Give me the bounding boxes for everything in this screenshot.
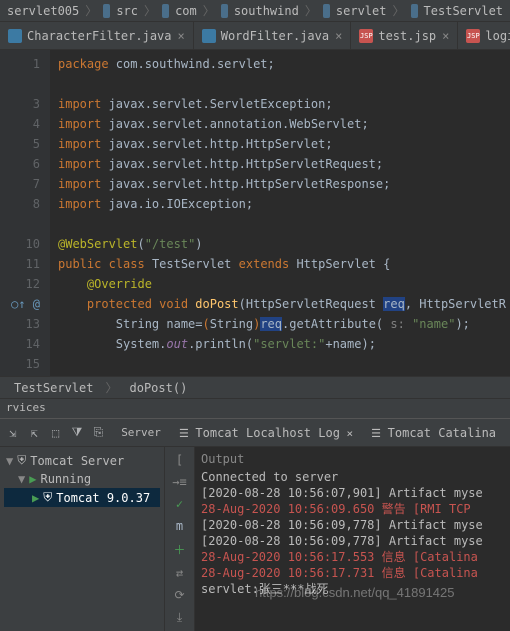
breadcrumb-item[interactable]: TestServlet — [424, 4, 503, 18]
folder-icon — [103, 4, 110, 18]
tab-characterfilter[interactable]: CharacterFilter.java× — [0, 22, 194, 49]
tree-tomcat: ▶⛨Tomcat 9.0.37 — [4, 488, 160, 507]
crumb-class[interactable]: TestServlet — [14, 381, 93, 395]
panel-toolbar: ⇲ ⇱ ⬚ ⧩ ⎘ Server ☰ Tomcat Localhost Log … — [0, 419, 510, 447]
services-panel: ⇲ ⇱ ⬚ ⧩ ⎘ Server ☰ Tomcat Localhost Log … — [0, 418, 510, 631]
breadcrumb-item[interactable]: com — [175, 4, 197, 18]
log-line: [2020-08-28 10:56:09,778] Artifact myse — [201, 517, 504, 533]
breadcrumb-item[interactable]: servlet005 — [7, 4, 79, 18]
log-line: [2020-08-28 10:56:07,901] Artifact myse — [201, 485, 504, 501]
collapse-icon[interactable]: ⇱ — [27, 425, 40, 441]
breadcrumb-item[interactable]: southwind — [234, 4, 299, 18]
tree-running: ▼▶Running — [4, 470, 160, 488]
folder-icon — [221, 4, 228, 18]
pin-icon[interactable]: ⎘ — [92, 425, 105, 441]
tomcat-log-tab[interactable]: ☰ Tomcat Localhost Log × — [171, 422, 361, 444]
console-output[interactable]: Output Connected to server [2020-08-28 1… — [195, 447, 510, 631]
line-gutter: 1 345678 101112○↑ @ 13141516 — [0, 50, 50, 376]
services-tool-label[interactable]: rvices — [0, 398, 510, 418]
arrows-icon[interactable]: →≡ — [172, 475, 186, 489]
plus-icon[interactable]: ＋ — [173, 541, 185, 558]
expand-icon[interactable]: ⇲ — [6, 425, 19, 441]
shuffle-icon[interactable]: ⇄ — [176, 566, 183, 580]
console-toolbar: [ →≡ ✓ m ＋ ⇄ ⟳ ⤓ — [165, 447, 195, 631]
breadcrumb-item[interactable]: servlet — [336, 4, 387, 18]
tree-icon[interactable]: ⬚ — [49, 425, 62, 441]
structure-breadcrumb: TestServlet〉doPost() — [0, 376, 510, 398]
log-line: 28-Aug-2020 10:56:09.650 警告 [RMI TCP — [201, 501, 504, 517]
code-area[interactable]: package com.southwind.servlet; import ja… — [50, 50, 510, 376]
tree-root: ▼⛨Tomcat Server — [4, 451, 160, 470]
crumb-method[interactable]: doPost() — [130, 381, 188, 395]
server-tree[interactable]: ▼⛨Tomcat Server ▼▶Running ▶⛨Tomcat 9.0.3… — [0, 447, 165, 631]
java-icon — [202, 29, 216, 43]
watermark: https://blog.csdn.net/qq_41891425 — [255, 585, 455, 601]
close-icon[interactable]: × — [178, 29, 185, 43]
java-icon — [8, 29, 22, 43]
check-icon: ✓ — [176, 497, 183, 511]
log-line: 28-Aug-2020 10:56:17.553 信息 [Catalina — [201, 549, 504, 565]
log-line: Connected to server — [201, 469, 504, 485]
download-icon[interactable]: ⤓ — [177, 610, 182, 625]
editor-tabs: CharacterFilter.java× WordFilter.java× J… — [0, 22, 510, 50]
breadcrumb-item[interactable]: src — [116, 4, 138, 18]
class-icon — [411, 4, 418, 18]
m-label: m — [176, 519, 183, 533]
tab-loginjsp[interactable]: JSPlogin.jsp× — [458, 22, 510, 49]
close-icon[interactable]: × — [442, 29, 449, 43]
breadcrumb: servlet005〉 src〉 com〉 southwind〉 servlet… — [0, 0, 510, 22]
log-line: [2020-08-28 10:56:09,778] Artifact myse — [201, 533, 504, 549]
close-icon[interactable]: × — [335, 29, 342, 43]
reload-icon[interactable]: ⟳ — [174, 588, 184, 602]
jsp-icon: JSP — [466, 29, 480, 43]
log-line: 28-Aug-2020 10:56:17.731 信息 [Catalina — [201, 565, 504, 581]
output-label: Output — [201, 451, 504, 467]
jsp-icon: JSP — [359, 29, 373, 43]
code-editor[interactable]: 1 345678 101112○↑ @ 13141516 package com… — [0, 50, 510, 376]
filter-icon[interactable]: ⧩ — [70, 425, 83, 441]
folder-icon — [162, 4, 169, 18]
tomcat-catalina-tab[interactable]: ☰ Tomcat Catalina — [363, 422, 504, 444]
tab-wordfilter[interactable]: WordFilter.java× — [194, 22, 352, 49]
bracket-icon[interactable]: [ — [176, 453, 183, 467]
server-tab[interactable]: Server — [113, 422, 169, 444]
tab-testjsp[interactable]: JSPtest.jsp× — [351, 22, 458, 49]
folder-icon — [323, 4, 330, 18]
